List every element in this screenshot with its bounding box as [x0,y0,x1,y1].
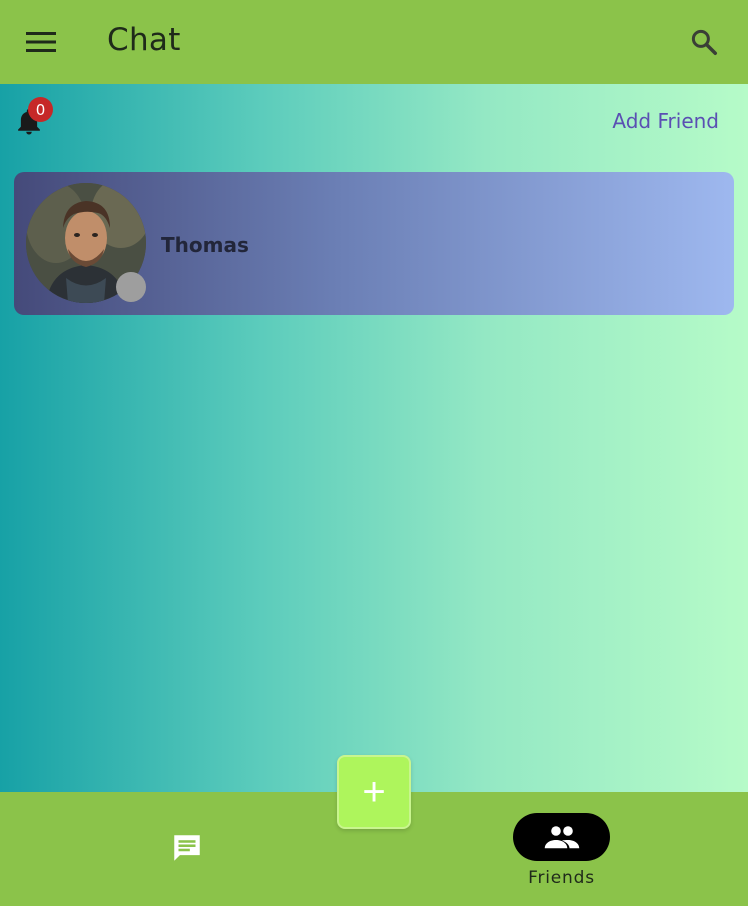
page-title: Chat [107,22,181,58]
nav-item-friends-label: Friends [528,868,595,888]
status-indicator [116,272,146,302]
menu-icon [26,32,56,52]
add-friend-button[interactable]: Add Friend [612,109,719,133]
search-button[interactable] [686,24,722,60]
nav-item-chats[interactable] [150,826,224,870]
chat-icon [174,835,200,861]
friends-content: 0 Add Friend Thomas [0,84,748,792]
friend-name: Thomas [161,233,249,257]
people-icon [544,826,579,849]
search-icon [691,29,717,55]
add-button[interactable]: + [337,755,411,829]
menu-button[interactable] [22,24,60,60]
notifications-button[interactable]: 0 [14,97,53,138]
friend-list-item[interactable]: Thomas [14,172,734,315]
notification-count-badge: 0 [28,97,53,122]
app-bar: Chat [0,0,748,84]
nav-item-friends[interactable] [513,813,610,861]
